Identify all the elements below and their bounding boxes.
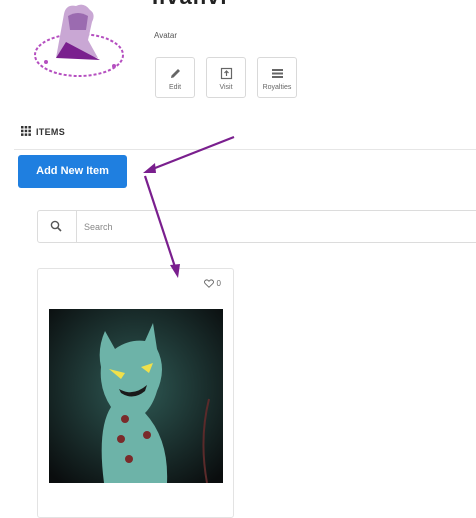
list-icon bbox=[271, 69, 283, 78]
search-button[interactable] bbox=[38, 211, 77, 242]
items-section-header: ITEMS bbox=[21, 126, 65, 137]
visit-button[interactable]: Visit bbox=[206, 57, 246, 98]
page-title: Ilvanvi bbox=[152, 0, 227, 10]
item-thumbnail[interactable] bbox=[49, 309, 223, 484]
royalties-label: Royalties bbox=[262, 84, 292, 91]
edit-label: Edit bbox=[168, 84, 182, 91]
avatar-label: Avatar bbox=[154, 31, 177, 40]
heart-icon bbox=[203, 279, 214, 288]
add-new-item-button[interactable]: Add New Item bbox=[18, 155, 127, 188]
edit-button[interactable]: Edit bbox=[155, 57, 195, 98]
royalties-button[interactable]: Royalties bbox=[257, 57, 297, 98]
visit-label: Visit bbox=[219, 84, 233, 91]
items-header-label: ITEMS bbox=[36, 127, 66, 137]
pencil-icon bbox=[170, 69, 180, 78]
like-count: 0 bbox=[216, 279, 221, 288]
visit-icon bbox=[220, 67, 232, 80]
avatar bbox=[26, 0, 132, 88]
search-input[interactable] bbox=[78, 211, 470, 242]
like-button[interactable]: 0 bbox=[203, 279, 221, 288]
search-icon bbox=[50, 220, 62, 232]
search-bar bbox=[37, 210, 476, 243]
item-card[interactable]: 0 bbox=[37, 268, 234, 518]
divider bbox=[14, 149, 476, 150]
grid-icon bbox=[21, 126, 31, 136]
